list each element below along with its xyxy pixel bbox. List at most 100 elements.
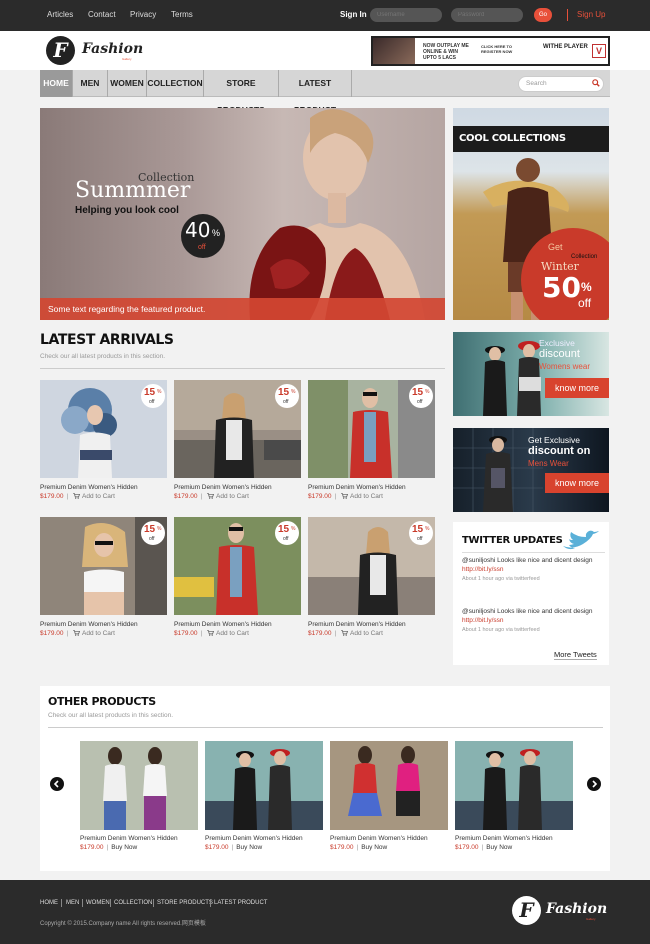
product-name[interactable]: Premium Denim Women's Hidden — [40, 621, 167, 628]
nav-item-collection[interactable]: COLLECTION — [147, 70, 204, 97]
product-name[interactable]: Premium Denim Women's Hidden — [308, 621, 435, 628]
hero-discount-off: off — [198, 244, 206, 251]
nav-item-store-products[interactable]: STORE PRODUCTS — [204, 70, 279, 115]
cart-icon[interactable] — [341, 493, 348, 499]
tweet-link[interactable]: http://bit.ly/ssn — [462, 616, 602, 626]
product-name[interactable]: Premium Denim Women's Hidden — [308, 484, 435, 491]
buy-now-link[interactable]: Buy Now — [361, 844, 387, 851]
product-card[interactable]: 15 % off Premium Denim Women's Hidden $1… — [40, 380, 167, 500]
carousel-product-card[interactable]: Premium Denim Women's Hidden $179.00 | Buy… — [455, 741, 573, 851]
carousel-product-image[interactable] — [80, 741, 198, 830]
product-name[interactable]: Premium Denim Women's Hidden — [174, 484, 301, 491]
nav-item-women[interactable]: WOMEN — [108, 70, 147, 97]
search-icon[interactable] — [592, 79, 600, 87]
separator: | — [200, 493, 203, 500]
product-name[interactable]: Premium Denim Women's Hidden — [174, 621, 301, 628]
password-input[interactable] — [451, 8, 523, 22]
search-placeholder: Search — [526, 80, 547, 87]
nav-item-latest-product[interactable]: LATEST PRODUCT — [279, 70, 352, 115]
promo-banner-mens[interactable]: Get Exclusive discount on Mens Wear know… — [453, 428, 609, 512]
top-link-contact[interactable]: Contact — [88, 10, 116, 19]
footer-link-latest-product[interactable]: LATEST PRODUCT — [214, 900, 267, 906]
product-name[interactable]: Premium Denim Women's Hidden — [455, 835, 573, 842]
buy-now-link[interactable]: Buy Now — [486, 844, 512, 851]
footer-link-home[interactable]: HOME — [40, 900, 58, 906]
know-more-button[interactable]: know more — [545, 378, 609, 398]
badge-off: off — [283, 399, 289, 405]
product-photo — [205, 741, 323, 830]
footer-logo-icon[interactable]: F — [512, 896, 541, 925]
product-card[interactable]: 15 % off Premium Denim Women's Hidden $1… — [308, 380, 435, 500]
logo-icon[interactable]: F — [46, 36, 75, 65]
carousel-next-button[interactable] — [587, 777, 601, 791]
add-to-cart-link[interactable]: Add to Cart — [82, 630, 115, 637]
carousel-product-card[interactable]: Premium Denim Women's Hidden $179.00 | Buy… — [330, 741, 448, 851]
product-card[interactable]: 15 % off Premium Denim Women's Hidden $1… — [40, 517, 167, 637]
footer-link-store-products[interactable]: STORE PRODUCTS — [157, 900, 213, 906]
go-button[interactable]: Go — [534, 8, 552, 22]
add-to-cart-link[interactable]: Add to Cart — [350, 493, 383, 500]
more-tweets-link[interactable]: More Tweets — [554, 650, 597, 660]
buy-now-link[interactable]: Buy Now — [111, 844, 137, 851]
footer-link-collection[interactable]: COLLECTION — [114, 900, 152, 906]
carousel-product-image[interactable] — [205, 741, 323, 830]
product-price: $179.00 — [330, 844, 354, 851]
twitter-bird-icon — [563, 530, 599, 550]
top-link-privacy[interactable]: Privacy — [130, 10, 156, 19]
add-to-cart-link[interactable]: Add to Cart — [216, 493, 249, 500]
cool-collections-banner[interactable]: COOL COLLECTIONS Get Collection Winter 5… — [453, 108, 609, 320]
product-card[interactable]: 15 % off Premium Denim Women's Hidden $1… — [174, 380, 301, 500]
footer-link-men[interactable]: MEN — [66, 900, 79, 906]
nav-item-home[interactable]: HOME — [40, 70, 73, 97]
search-input[interactable]: Search — [518, 76, 604, 92]
logo-text[interactable]: Fashion — [82, 41, 143, 57]
product-image[interactable]: 15 % off — [40, 380, 167, 478]
nav-item-men[interactable]: MEN — [73, 70, 108, 97]
twitter-updates-widget: TWITTER UPDATES @suniljoshi Looks like n… — [453, 522, 609, 665]
product-name[interactable]: Premium Denim Women's Hidden — [80, 835, 198, 842]
cart-icon[interactable] — [341, 630, 348, 636]
buy-now-link[interactable]: Buy Now — [236, 844, 262, 851]
product-image[interactable]: 15 % off — [174, 517, 301, 615]
carousel-product-card[interactable]: Premium Denim Women's Hidden $179.00 | Buy… — [80, 741, 198, 851]
top-link-terms[interactable]: Terms — [171, 10, 193, 19]
product-name[interactable]: Premium Denim Women's Hidden — [40, 484, 167, 491]
footer-logo-text[interactable]: Fashion — [546, 901, 607, 917]
add-to-cart-link[interactable]: Add to Cart — [350, 630, 383, 637]
cart-icon[interactable] — [207, 630, 214, 636]
featured-hero[interactable]: Collection Summmer Helping you look cool… — [40, 108, 445, 320]
footer-link-women[interactable]: WOMEN — [86, 900, 110, 906]
product-name[interactable]: Premium Denim Women's Hidden — [330, 835, 448, 842]
tweet-link[interactable]: http://bit.ly/ssn — [462, 565, 602, 575]
product-card[interactable]: 15 % off Premium Denim Women's Hidden $1… — [308, 517, 435, 637]
top-link-articles[interactable]: Articles — [47, 10, 73, 19]
footer-separator — [153, 899, 154, 907]
carousel-product-image[interactable] — [455, 741, 573, 830]
product-card[interactable]: 15 % off Premium Denim Women's Hidden $1… — [174, 517, 301, 637]
username-input[interactable] — [370, 8, 442, 22]
tweet-text: @suniljoshi Looks like nice and dicent d… — [462, 608, 593, 615]
product-price: $179.00 — [205, 844, 229, 851]
sign-up-link[interactable]: Sign Up — [577, 10, 605, 19]
badge-percent: % — [425, 526, 430, 532]
carousel-product-card[interactable]: Premium Denim Women's Hidden $179.00 | Buy… — [205, 741, 323, 851]
cart-icon[interactable] — [207, 493, 214, 499]
product-image[interactable]: 15 % off — [308, 380, 435, 478]
ad-text-secondary: CLICK HERE TO REGISTER NOW — [481, 44, 513, 54]
product-image[interactable]: 15 % off — [308, 517, 435, 615]
know-more-button[interactable]: know more — [545, 473, 609, 493]
separator: | — [66, 630, 69, 637]
product-image[interactable]: 15 % off — [40, 517, 167, 615]
twitter-divider — [462, 552, 605, 553]
carousel-product-image[interactable] — [330, 741, 448, 830]
product-image[interactable]: 15 % off — [174, 380, 301, 478]
promo-banner-womens[interactable]: Exclusive discount Womens wear know more — [453, 332, 609, 416]
cart-icon[interactable] — [73, 493, 80, 499]
product-name[interactable]: Premium Denim Women's Hidden — [205, 835, 323, 842]
add-to-cart-link[interactable]: Add to Cart — [216, 630, 249, 637]
add-to-cart-link[interactable]: Add to Cart — [82, 493, 115, 500]
cart-icon[interactable] — [73, 630, 80, 636]
promo-line3: Womens wear — [539, 362, 590, 371]
ad-banner[interactable]: NOW OUTPLAY ME ONLINE & WIN UPTO 5 LACS … — [371, 36, 610, 66]
carousel-prev-button[interactable] — [50, 777, 64, 791]
